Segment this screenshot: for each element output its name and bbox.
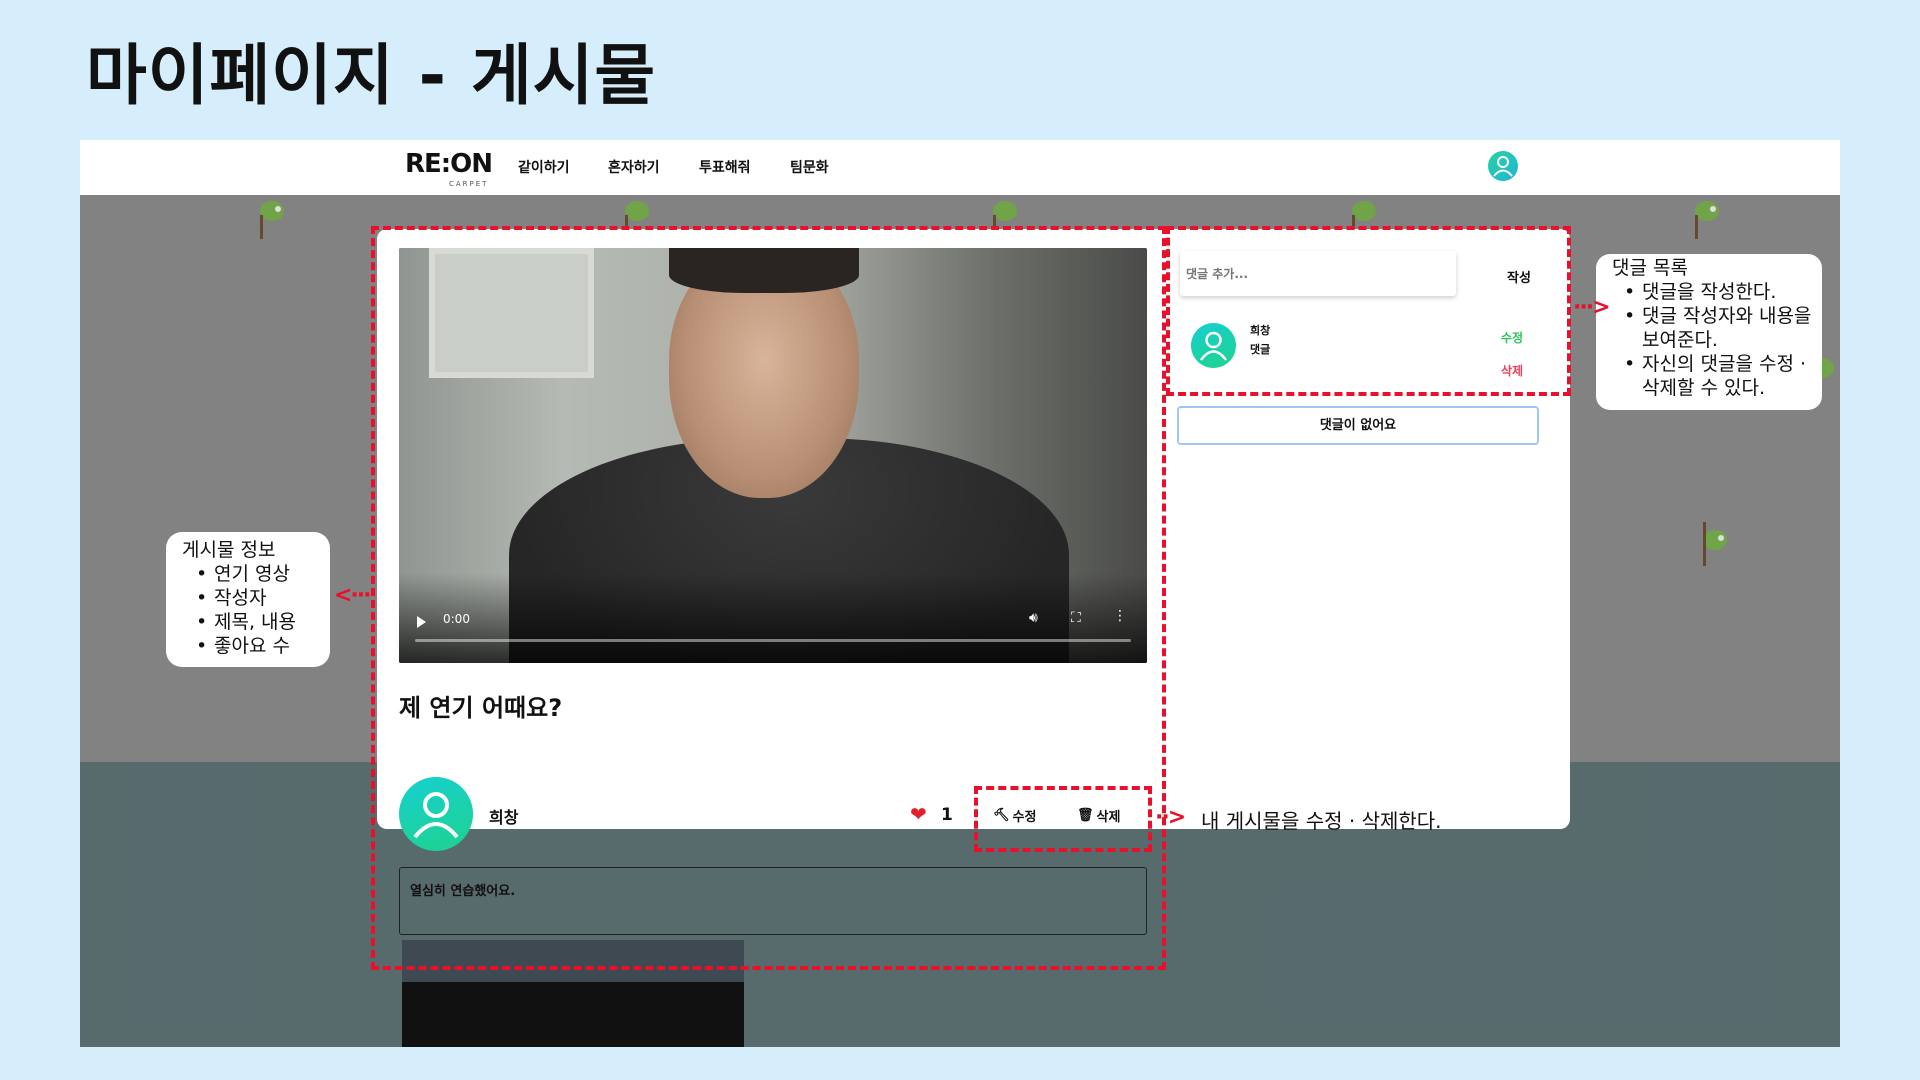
post-info-highlight (371, 226, 1166, 970)
comments-callout-item: 댓글을 작성한다. (1624, 280, 1818, 304)
comments-highlight (1166, 226, 1571, 396)
comments-arrow-icon: ···> (1573, 295, 1610, 320)
logo-text: RE:ON (405, 149, 493, 179)
comments-callout-item: 자신의 댓글을 수정 · 삭제할 수 있다. (1624, 352, 1818, 400)
no-comments-notice: 댓글이 없어요 (1177, 406, 1539, 445)
comments-callout: 댓글 목록 댓글을 작성한다. 댓글 작성자와 내용을 보여준다. 자신의 댓글… (1596, 254, 1822, 410)
logo[interactable]: RE:ON CARPET (405, 149, 493, 188)
post-info-callout-item: 좋아요 수 (196, 634, 296, 658)
comments-callout-item: 댓글 작성자와 내용을 보여준다. (1624, 304, 1818, 352)
profile-avatar-icon[interactable] (1488, 151, 1518, 181)
slide-title: 마이페이지 - 게시물 (86, 37, 657, 114)
nav-item-team-culture[interactable]: 팀문화 (790, 157, 829, 177)
post-info-callout-item: 작성자 (196, 586, 296, 610)
edit-delete-arrow-icon: ··> (1155, 805, 1186, 830)
logo-subtext: CARPET (449, 180, 489, 188)
nav-item-solo[interactable]: 혼자하기 (608, 157, 660, 177)
nav-item-together[interactable]: 같이하기 (518, 157, 570, 177)
post-info-callout-item: 제목, 내용 (196, 610, 296, 634)
post-info-callout: 게시물 정보 연기 영상 작성자 제목, 내용 좋아요 수 (166, 532, 330, 667)
edit-delete-highlight (974, 786, 1152, 852)
nav-item-vote[interactable]: 투표해줘 (699, 157, 751, 177)
top-navigation: RE:ON CARPET 같이하기 혼자하기 투표해줘 팀문화 (80, 140, 1840, 195)
post-info-arrow-icon: <··· (334, 583, 371, 608)
edit-delete-callout: 내 게시물을 수정 · 삭제한다. (1201, 809, 1442, 833)
post-info-callout-title: 게시물 정보 (182, 539, 276, 561)
post-info-callout-item: 연기 영상 (196, 562, 296, 586)
comments-callout-title: 댓글 목록 (1612, 257, 1688, 279)
